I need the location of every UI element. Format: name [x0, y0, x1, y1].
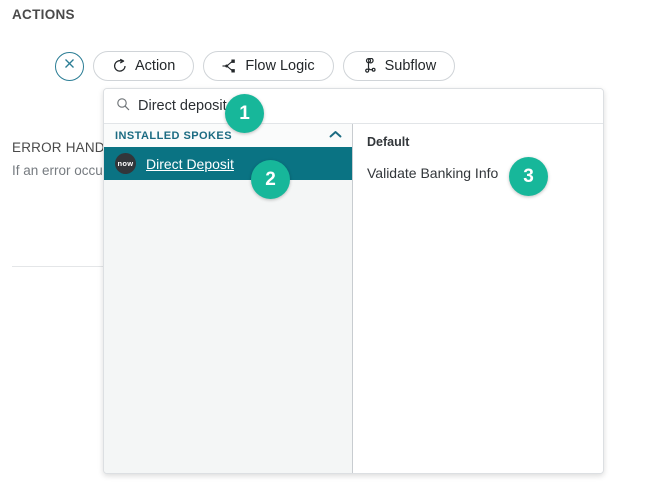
installed-spokes-group-header[interactable]: INSTALLED SPOKES	[104, 124, 352, 147]
add-action-button-label: Action	[135, 58, 176, 74]
annotation-badge-3: 3	[509, 157, 548, 196]
add-action-button[interactable]: Action	[93, 51, 195, 81]
annotation-badge-2: 2	[251, 160, 290, 199]
spoke-picker-panel: Direct deposit INSTALLED SPOKES now Dire…	[103, 88, 604, 474]
add-subflow-button[interactable]: Subflow	[342, 51, 456, 81]
actions-group-header: Default	[367, 135, 410, 149]
close-x-icon	[63, 57, 76, 75]
action-item-validate-banking-info[interactable]: Validate Banking Info	[367, 165, 603, 181]
now-logo-icon: now	[115, 153, 136, 174]
subflow-icon	[362, 58, 378, 74]
section-divider	[12, 266, 116, 267]
page-title: ACTIONS	[12, 7, 75, 22]
search-icon	[116, 97, 130, 116]
add-subflow-button-label: Subflow	[384, 58, 437, 74]
annotation-badge-1: 1	[225, 94, 264, 133]
spoke-item-direct-deposit[interactable]: now Direct Deposit	[104, 147, 352, 180]
actions-column: Default Validate Banking Info	[353, 124, 603, 473]
spokes-column: INSTALLED SPOKES now Direct Deposit	[104, 124, 353, 473]
installed-spokes-label: INSTALLED SPOKES	[115, 129, 233, 142]
search-bar[interactable]: Direct deposit	[104, 89, 603, 124]
add-flow-logic-button[interactable]: Flow Logic	[203, 51, 334, 81]
chevron-up-icon[interactable]	[329, 130, 342, 142]
flow-logic-icon	[222, 58, 238, 74]
add-flow-logic-button-label: Flow Logic	[245, 58, 315, 74]
now-logo-text: now	[117, 159, 134, 168]
action-arrow-icon	[112, 58, 128, 74]
close-button[interactable]	[55, 51, 84, 81]
add-step-toolbar: Action Flow Logic Subflow	[55, 51, 456, 81]
search-input[interactable]: Direct deposit	[138, 98, 227, 114]
spoke-item-label: Direct Deposit	[146, 155, 234, 172]
